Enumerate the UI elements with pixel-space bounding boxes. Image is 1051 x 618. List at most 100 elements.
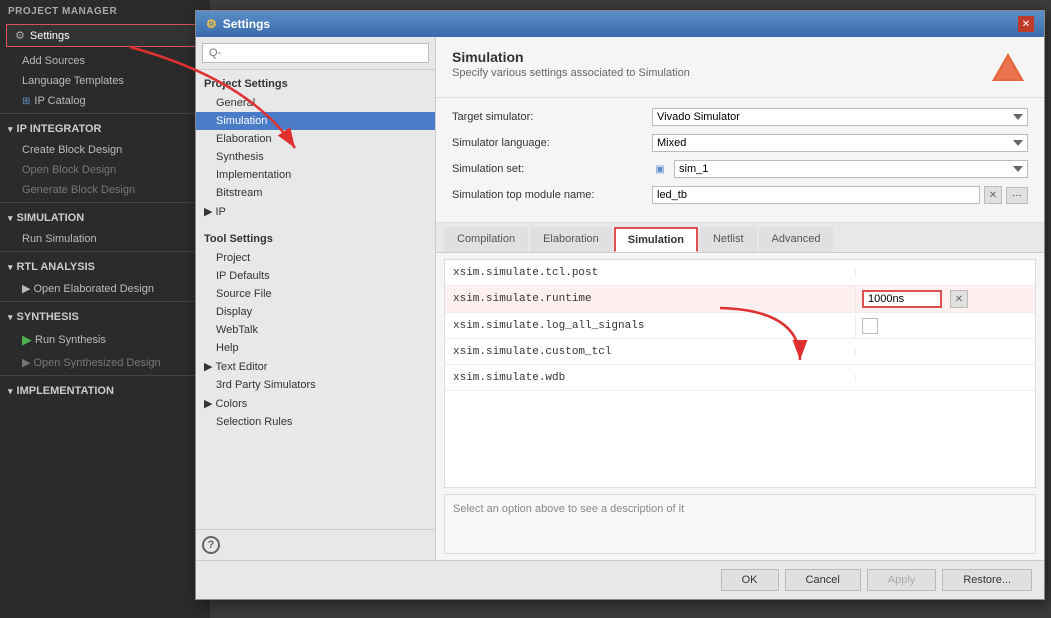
table-cell-value bbox=[855, 314, 1035, 338]
tree-item-bitstream[interactable]: Bitstream bbox=[196, 184, 435, 202]
right-header-text: Simulation Specify various settings asso… bbox=[452, 49, 690, 79]
sidebar-item-open-elaborated[interactable]: ▶ Open Elaborated Design bbox=[0, 278, 210, 299]
top-module-label: Simulation top module name: bbox=[452, 189, 652, 201]
ip-integrator-header: ▾ IP INTEGRATOR bbox=[0, 118, 210, 140]
dialog-footer: OK Cancel Apply Restore... bbox=[196, 560, 1044, 599]
simulation-set-label: Simulation set: bbox=[452, 163, 652, 175]
tree-item-colors[interactable]: ▶ Colors bbox=[196, 394, 435, 413]
target-simulator-select[interactable]: Vivado Simulator bbox=[652, 108, 1028, 126]
runtime-input[interactable] bbox=[862, 290, 942, 308]
tab-simulation[interactable]: Simulation bbox=[614, 227, 698, 252]
sidebar-item-lang-templates[interactable]: Language Templates bbox=[0, 71, 210, 91]
tree-item-display[interactable]: Display bbox=[196, 303, 435, 321]
simulation-set-row: Simulation set: ▣ sim_1 bbox=[452, 160, 1028, 178]
gear-icon: ⚙ bbox=[15, 29, 25, 42]
table-row: xsim.simulate.runtime ✕ bbox=[445, 286, 1035, 313]
sidebar-item-add-sources[interactable]: Add Sources bbox=[0, 51, 210, 71]
tree-item-3rd-party[interactable]: 3rd Party Simulators bbox=[196, 376, 435, 394]
help-button[interactable]: ? bbox=[202, 536, 220, 554]
dialog-icon: ⚙ bbox=[206, 17, 217, 31]
table-row: xsim.simulate.tcl.post bbox=[445, 260, 1035, 286]
tree-item-project[interactable]: Project bbox=[196, 249, 435, 267]
simulator-language-control: Mixed bbox=[652, 134, 1028, 152]
expand-icon: ▶ bbox=[204, 360, 212, 373]
expand-icon: ▶ bbox=[204, 205, 212, 218]
tree-item-help[interactable]: Help bbox=[196, 339, 435, 357]
rtl-header: ▾ RTL ANALYSIS bbox=[0, 256, 210, 278]
chevron-icon: ▾ bbox=[8, 124, 13, 135]
clear-runtime-button[interactable]: ✕ bbox=[950, 290, 968, 308]
sidebar-item-create-block[interactable]: Create Block Design bbox=[0, 140, 210, 160]
sidebar-item-ip-catalog[interactable]: ⊞ IP Catalog bbox=[0, 91, 210, 111]
tab-elaboration[interactable]: Elaboration bbox=[530, 227, 612, 252]
tree-item-simulation[interactable]: Simulation bbox=[196, 112, 435, 130]
vivado-logo bbox=[988, 49, 1028, 89]
simulation-set-control: ▣ sim_1 bbox=[652, 160, 1028, 178]
apply-button[interactable]: Apply bbox=[867, 569, 937, 591]
target-simulator-row: Target simulator: Vivado Simulator bbox=[452, 108, 1028, 126]
browse-top-module-button[interactable]: ··· bbox=[1006, 187, 1028, 204]
implementation-section: ▾ IMPLEMENTATION bbox=[0, 375, 210, 402]
tree-item-ip[interactable]: ▶ IP bbox=[196, 202, 435, 221]
dialog-left-panel: Project Settings General Simulation Elab… bbox=[196, 37, 436, 560]
table-cell-name: xsim.simulate.wdb bbox=[445, 368, 855, 388]
tab-netlist[interactable]: Netlist bbox=[700, 227, 757, 252]
tool-settings-header: Tool Settings bbox=[196, 229, 435, 249]
simulation-subtitle: Specify various settings associated to S… bbox=[452, 67, 690, 79]
tree-item-elaboration[interactable]: Elaboration bbox=[196, 130, 435, 148]
sidebar-item-run-synthesis[interactable]: ▶ Run Synthesis bbox=[0, 328, 210, 352]
tree-item-source-file[interactable]: Source File bbox=[196, 285, 435, 303]
log-signals-checkbox[interactable] bbox=[862, 318, 878, 334]
description-box: Select an option above to see a descript… bbox=[444, 494, 1036, 554]
search-container bbox=[196, 37, 435, 70]
table-row: xsim.simulate.custom_tcl bbox=[445, 339, 1035, 365]
sidebar-item-generate-block: Generate Block Design bbox=[0, 180, 210, 200]
chevron-icon: ▾ bbox=[8, 312, 13, 323]
simulator-language-label: Simulator language: bbox=[452, 137, 652, 149]
simulation-settings-table: xsim.simulate.tcl.post xsim.simulate.run… bbox=[444, 259, 1036, 488]
project-manager-header: PROJECT MANAGER bbox=[0, 0, 210, 20]
settings-label: Settings bbox=[30, 30, 70, 42]
top-module-input[interactable] bbox=[652, 186, 980, 204]
table-cell-name: xsim.simulate.log_all_signals bbox=[445, 316, 855, 336]
tree-item-selection-rules[interactable]: Selection Rules bbox=[196, 413, 435, 431]
top-module-row: Simulation top module name: ✕ ··· bbox=[452, 186, 1028, 204]
chevron-icon: ▾ bbox=[8, 262, 13, 273]
play-icon: ▶ bbox=[22, 332, 32, 348]
simulation-section: ▾ SIMULATION Run Simulation bbox=[0, 202, 210, 249]
table-row: xsim.simulate.log_all_signals bbox=[445, 313, 1035, 339]
simulation-set-select[interactable]: sim_1 bbox=[674, 160, 1028, 178]
tree-panel: Project Settings General Simulation Elab… bbox=[196, 70, 435, 529]
tree-item-implementation[interactable]: Implementation bbox=[196, 166, 435, 184]
tab-advanced[interactable]: Advanced bbox=[759, 227, 834, 252]
restore-button[interactable]: Restore... bbox=[942, 569, 1032, 591]
tree-item-synthesis[interactable]: Synthesis bbox=[196, 148, 435, 166]
clear-top-module-button[interactable]: ✕ bbox=[984, 186, 1002, 204]
search-input[interactable] bbox=[202, 43, 429, 63]
top-module-control: ✕ ··· bbox=[652, 186, 1028, 204]
ip-integrator-section: ▾ IP INTEGRATOR Create Block Design Open… bbox=[0, 113, 210, 200]
tree-item-general[interactable]: General bbox=[196, 94, 435, 112]
synthesis-section: ▾ SYNTHESIS ▶ Run Synthesis ▶ Open Synth… bbox=[0, 301, 210, 373]
tree-spacer bbox=[196, 431, 435, 451]
dialog-close-button[interactable]: ✕ bbox=[1018, 16, 1034, 32]
tab-compilation[interactable]: Compilation bbox=[444, 227, 528, 252]
settings-dialog: ⚙ Settings ✕ Project Settings General Si… bbox=[195, 10, 1045, 600]
rtl-section: ▾ RTL ANALYSIS ▶ Open Elaborated Design bbox=[0, 251, 210, 299]
settings-button[interactable]: ⚙ Settings bbox=[6, 24, 204, 47]
cancel-button[interactable]: Cancel bbox=[785, 569, 861, 591]
simulator-language-select[interactable]: Mixed bbox=[652, 134, 1028, 152]
sidebar-item-run-simulation[interactable]: Run Simulation bbox=[0, 229, 210, 249]
chevron-icon: ▾ bbox=[8, 386, 13, 397]
target-simulator-label: Target simulator: bbox=[452, 111, 652, 123]
sim-set-icon: ▣ bbox=[652, 161, 668, 177]
tree-item-webtalk[interactable]: WebTalk bbox=[196, 321, 435, 339]
expand-icon: ▶ bbox=[204, 397, 212, 410]
ok-button[interactable]: OK bbox=[721, 569, 779, 591]
simulation-header: ▾ SIMULATION bbox=[0, 207, 210, 229]
tree-item-text-editor[interactable]: ▶ Text Editor bbox=[196, 357, 435, 376]
target-simulator-control: Vivado Simulator bbox=[652, 108, 1028, 126]
table-cell-value bbox=[855, 269, 1035, 277]
synthesis-header: ▾ SYNTHESIS bbox=[0, 306, 210, 328]
tree-item-ip-defaults[interactable]: IP Defaults bbox=[196, 267, 435, 285]
